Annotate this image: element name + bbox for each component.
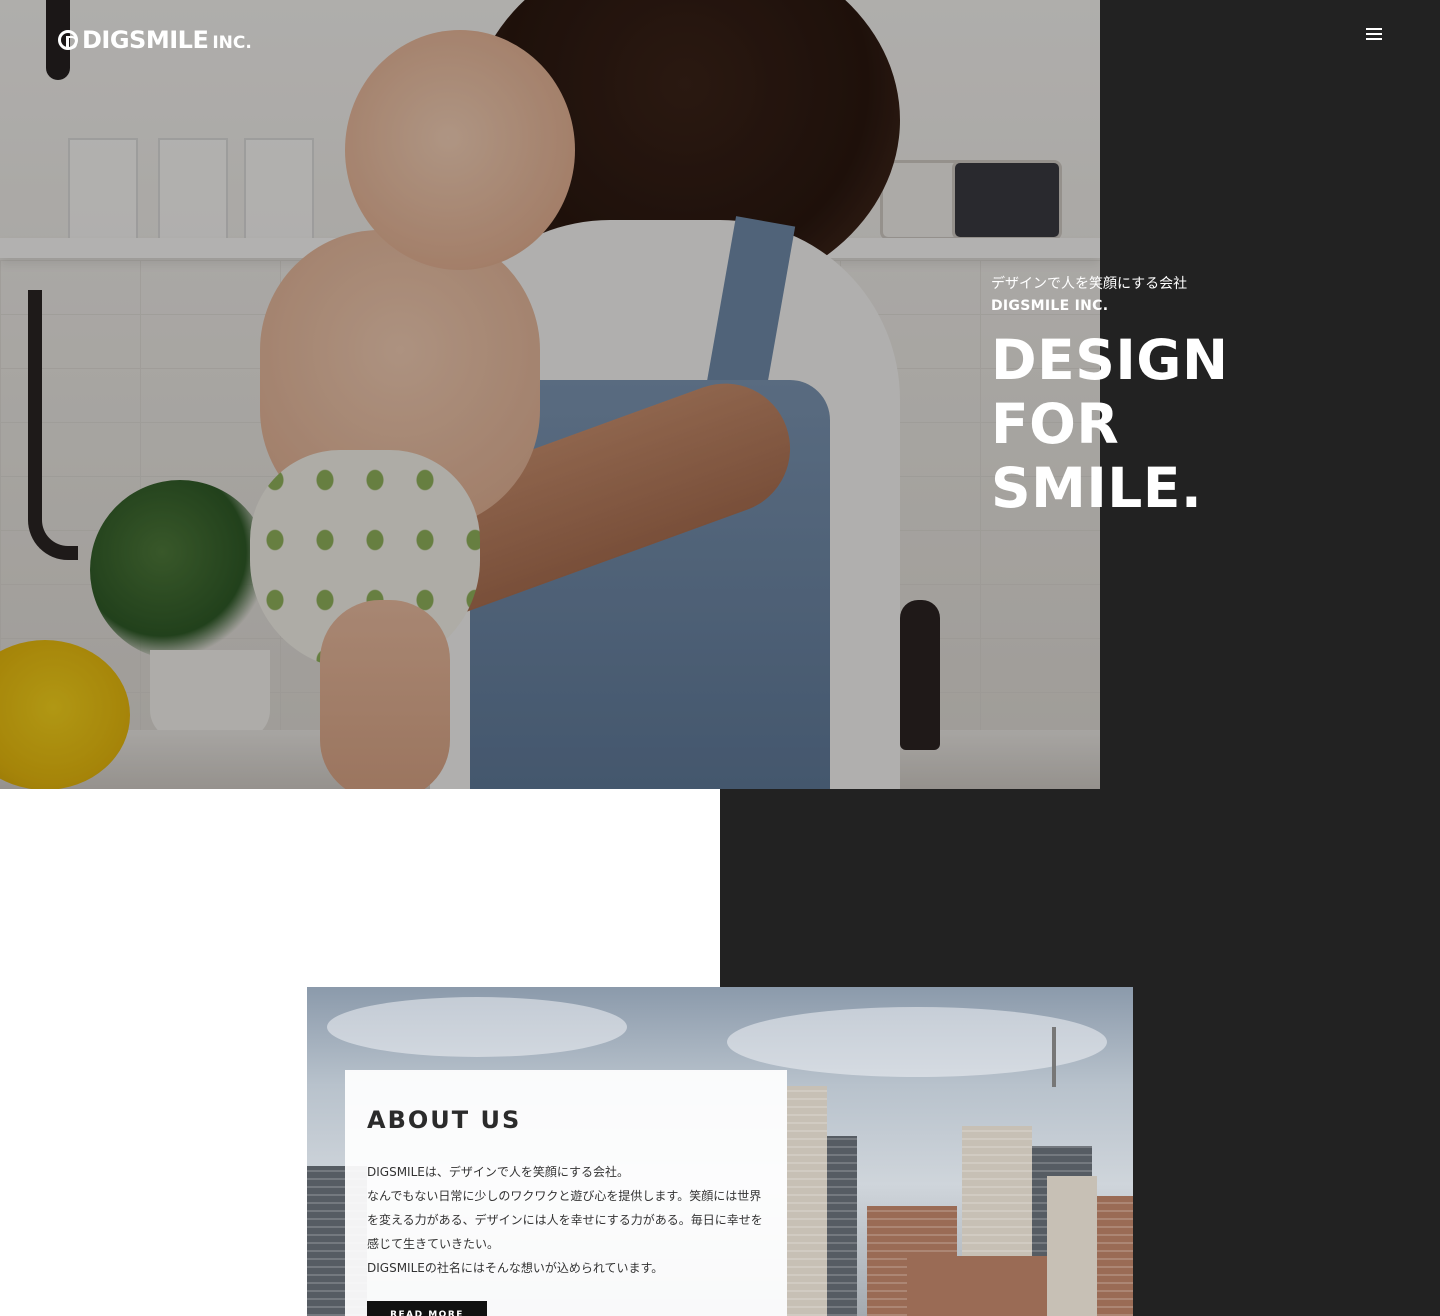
about-body: DIGSMILEは、デザインで人を笑顔にする会社。 なんでもない日常に少しのワク… [367,1160,765,1280]
site-logo[interactable]: DIGSMILE INC. [58,26,252,54]
hero-headline: DESIGN FOR SMILE. [991,328,1228,520]
about-paragraph: を変える力がある、デザインには人を幸せにする力がある。毎日に幸せを [367,1213,763,1227]
hero-headline-line: FOR [991,392,1120,456]
hero-copy: デザインで人を笑顔にする会社 DIGSMILE INC. DESIGN FOR … [991,274,1228,520]
logo-name: DIGSMILE [82,26,209,54]
hero-image-mother-and-baby [0,0,1100,789]
menu-button[interactable] [1358,22,1390,46]
about-paragraph: DIGSMILEの社名にはそんな想いが込められています。 [367,1261,664,1275]
hero-headline-line: SMILE. [991,456,1203,520]
about-paragraph: DIGSMILEは、デザインで人を笑顔にする会社。 [367,1165,629,1179]
hamburger-menu-icon-line [1366,38,1382,40]
about-title: ABOUT US [367,1106,522,1134]
about-paragraph: 感じて生きていきたい。 [367,1237,500,1251]
about-paragraph: なんでもない日常に少しのワクワクと遊び心を提供します。笑顔には世界 [367,1189,762,1203]
about-card: ABOUT US DIGSMILEは、デザインで人を笑顔にする会社。 なんでもな… [345,1070,787,1316]
logo-suffix: INC. [212,33,252,53]
hero-tagline: デザインで人を笑顔にする会社 [991,276,1188,292]
hero-headline-line: DESIGN [991,328,1229,392]
read-more-button[interactable]: READ MORE [367,1301,487,1316]
hamburger-menu-icon-line [1366,33,1382,35]
hero-company-name: DIGSMILE INC. [991,298,1109,314]
hamburger-menu-icon [1366,28,1382,30]
logo-mark-icon [58,30,78,50]
